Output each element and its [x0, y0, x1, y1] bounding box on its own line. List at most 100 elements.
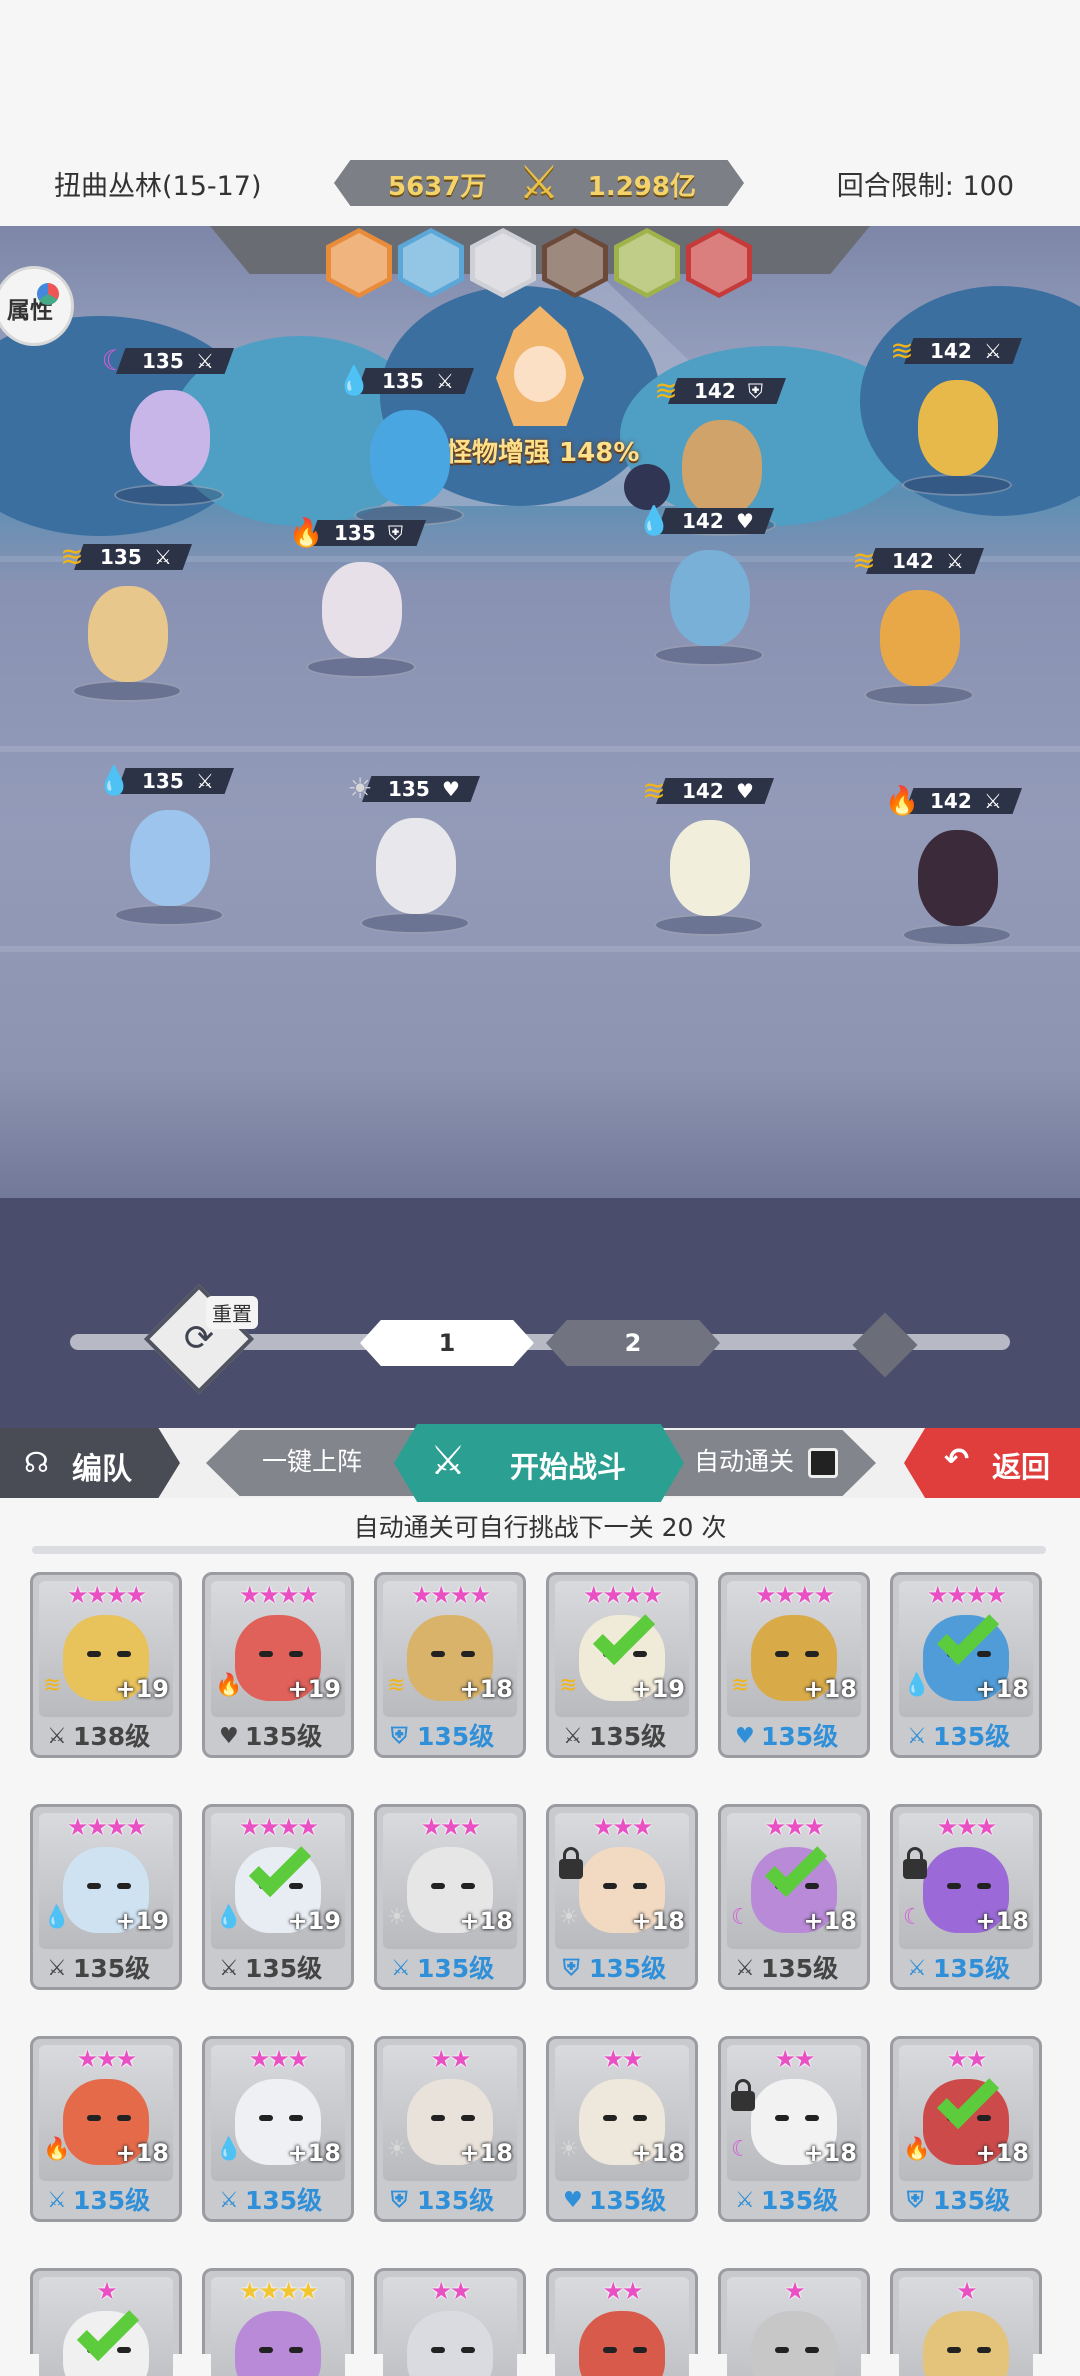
- return-arrow-icon: ↶: [944, 1442, 970, 1477]
- hero-level-text: 135级: [73, 2186, 151, 2215]
- hero-card[interactable]: ★★ ☀ +18 ♥ 135级: [546, 2036, 698, 2222]
- sword-class-icon: ⚔: [196, 349, 214, 373]
- thunder-element-icon: ≋: [731, 1673, 750, 1698]
- hero-card[interactable]: ★★★★ ≋ +18 ⛨ 135级: [374, 1572, 526, 1758]
- hero-card[interactable]: ★: [890, 2268, 1042, 2376]
- player-unit-1[interactable]: [106, 380, 236, 510]
- hero-level: ⛨ 135级: [381, 2185, 519, 2217]
- player-unit-3[interactable]: [64, 576, 194, 706]
- star-rating: ★: [956, 2277, 978, 2305]
- hero-card[interactable]: ★★★★ 💧 +18 ⚔ 135级: [890, 1572, 1042, 1758]
- auto-deploy-button[interactable]: 一键上阵: [262, 1442, 362, 1478]
- enemy-unit-1[interactable]: [894, 370, 1024, 500]
- player-unit-5[interactable]: [106, 800, 236, 930]
- auto-clear-checkbox[interactable]: [808, 1448, 838, 1478]
- hero-level-text: 138级: [73, 1722, 151, 1751]
- hero-card[interactable]: ★★★ 💧 +18 ⚔ 135级: [202, 2036, 354, 2222]
- heart-class-icon: ♥: [736, 779, 754, 803]
- star-rating: ★★: [774, 2045, 815, 2073]
- enemy-portrait[interactable]: [614, 228, 680, 298]
- sword-class-icon: ⚔: [563, 1724, 583, 1749]
- enemy-unit-3[interactable]: [646, 540, 776, 670]
- star-rating: ★★★★: [926, 1581, 1007, 1609]
- hero-level-text: 135级: [761, 1954, 839, 1983]
- hero-card[interactable]: ★★: [374, 2268, 526, 2376]
- player-unit-tag: ≋ 135 ⚔: [54, 540, 192, 574]
- team-power: 5637万: [388, 172, 487, 202]
- shield-class-icon: ⛨: [388, 521, 403, 545]
- star-rating: ★★★: [592, 1813, 654, 1841]
- hero-card[interactable]: ★★ ☀ +18 ⛨ 135级: [374, 2036, 526, 2222]
- hero-bonus: +19: [115, 1675, 169, 1703]
- hero-bonus: +18: [459, 1675, 513, 1703]
- hero-card[interactable]: ★★★ 🔥 +18 ⚔ 135级: [30, 2036, 182, 2222]
- wave-1-button[interactable]: 1: [360, 1320, 534, 1366]
- light-element-icon: ☀: [387, 2137, 407, 2162]
- hero-card[interactable]: ★★★★ 💧 +19 ⚔ 135级: [202, 1804, 354, 1990]
- wave-2-button[interactable]: 2: [546, 1320, 720, 1366]
- hero-level-text: 135级: [417, 1722, 495, 1751]
- star-rating: ★★★★: [66, 1581, 147, 1609]
- hero-card[interactable]: ★★★★: [202, 2268, 354, 2376]
- hero-card[interactable]: ★★★★ 🔥 +19 ♥ 135级: [202, 1572, 354, 1758]
- hero-card[interactable]: ★: [718, 2268, 870, 2376]
- player-unit-tag: 💧 135 ⚔: [96, 764, 234, 798]
- hero-card[interactable]: ★★★ ☀ +18 ⛨ 135级: [546, 1804, 698, 1990]
- enemy-portrait[interactable]: [398, 228, 464, 298]
- star-rating: ★★★: [936, 1813, 998, 1841]
- enemy-unit-4[interactable]: [856, 580, 986, 710]
- hero-level-text: 135级: [245, 1954, 323, 1983]
- hero-card[interactable]: ★★ 🔥 +18 ⛨ 135级: [890, 2036, 1042, 2222]
- sword-class-icon: ⚔: [436, 369, 454, 393]
- hero-card[interactable]: ★★★ ☀ +18 ⚔ 135级: [374, 1804, 526, 1990]
- reset-label: 重置: [206, 1296, 258, 1329]
- star-rating: ★★★: [764, 1813, 826, 1841]
- hero-level: ⚔ 135级: [209, 1953, 347, 1985]
- sword-class-icon: ⚔: [47, 2188, 67, 2213]
- action-bar: ☊ 编队 一键上阵 ⚔ 开始战斗 自动通关 ↶ 返回: [0, 1424, 1080, 1502]
- unit-level: 135: [382, 369, 424, 393]
- enemy-unit-6[interactable]: [894, 820, 1024, 950]
- hero-level: ⚔ 135级: [381, 1953, 519, 1985]
- thunder-element-icon: ≋: [387, 1673, 406, 1698]
- star-rating: ★★: [602, 2277, 643, 2305]
- enemy-unit-5[interactable]: [646, 810, 776, 940]
- stage-header: 扭曲丛林(15-17) 5637万 ⚔ 1.298亿 回合限制: 100: [0, 150, 1080, 226]
- start-battle-button[interactable]: ⚔ 开始战斗: [394, 1424, 684, 1502]
- player-unit-tag: 💧 135 ⚔: [336, 364, 474, 398]
- shield-class-icon: ⛨: [907, 2188, 924, 2213]
- player-unit-6[interactable]: [352, 808, 482, 938]
- enemy-portrait[interactable]: [686, 228, 752, 298]
- enemy-portrait[interactable]: [326, 228, 392, 298]
- hero-bonus: +18: [975, 2139, 1029, 2167]
- water-element-icon: 💧: [636, 504, 672, 537]
- hero-card[interactable]: ★★★★ ≋ +19 ⚔ 138级: [30, 1572, 182, 1758]
- player-unit-tag: ☀ 135 ♥: [342, 772, 480, 806]
- hero-card[interactable]: ★★★★ ≋ +18 ♥ 135级: [718, 1572, 870, 1758]
- hero-card[interactable]: ★★★ ☾ +18 ⚔ 135级: [890, 1804, 1042, 1990]
- hero-card[interactable]: ★★: [546, 2268, 698, 2376]
- player-unit-tag: 🔥 135 ⛨: [288, 516, 426, 550]
- hero-level-text: 135级: [761, 1722, 839, 1751]
- star-rating: ★★★★: [582, 1581, 663, 1609]
- enemy-portrait[interactable]: [470, 228, 536, 298]
- hero-card[interactable]: ★★★★ 💧 +19 ⚔ 135级: [30, 1804, 182, 1990]
- enemy-portrait[interactable]: [542, 228, 608, 298]
- hero-level-text: 135级: [417, 1954, 495, 1983]
- lock-icon: [559, 1847, 583, 1879]
- hero-card[interactable]: ★: [30, 2268, 182, 2376]
- hero-card[interactable]: ★★ ☾ +18 ⚔ 135级: [718, 2036, 870, 2222]
- hero-bonus: +18: [631, 2139, 685, 2167]
- star-rating: ★★★★: [238, 2277, 319, 2305]
- player-unit-4[interactable]: [298, 552, 428, 682]
- hero-card[interactable]: ★★★ ☾ +18 ⚔ 135级: [718, 1804, 870, 1990]
- hero-level-text: 135级: [933, 1954, 1011, 1983]
- player-unit-2[interactable]: [346, 400, 476, 530]
- unit-level: 142: [682, 779, 724, 803]
- fire-element-icon: 🔥: [884, 784, 920, 817]
- team-button[interactable]: ☊ 编队: [0, 1428, 180, 1498]
- lock-icon: [903, 1847, 927, 1879]
- moon-element-icon: ☾: [903, 1905, 923, 1930]
- hero-card[interactable]: ★★★★ ≋ +19 ⚔ 135级: [546, 1572, 698, 1758]
- back-button[interactable]: ↶ 返回: [904, 1428, 1080, 1498]
